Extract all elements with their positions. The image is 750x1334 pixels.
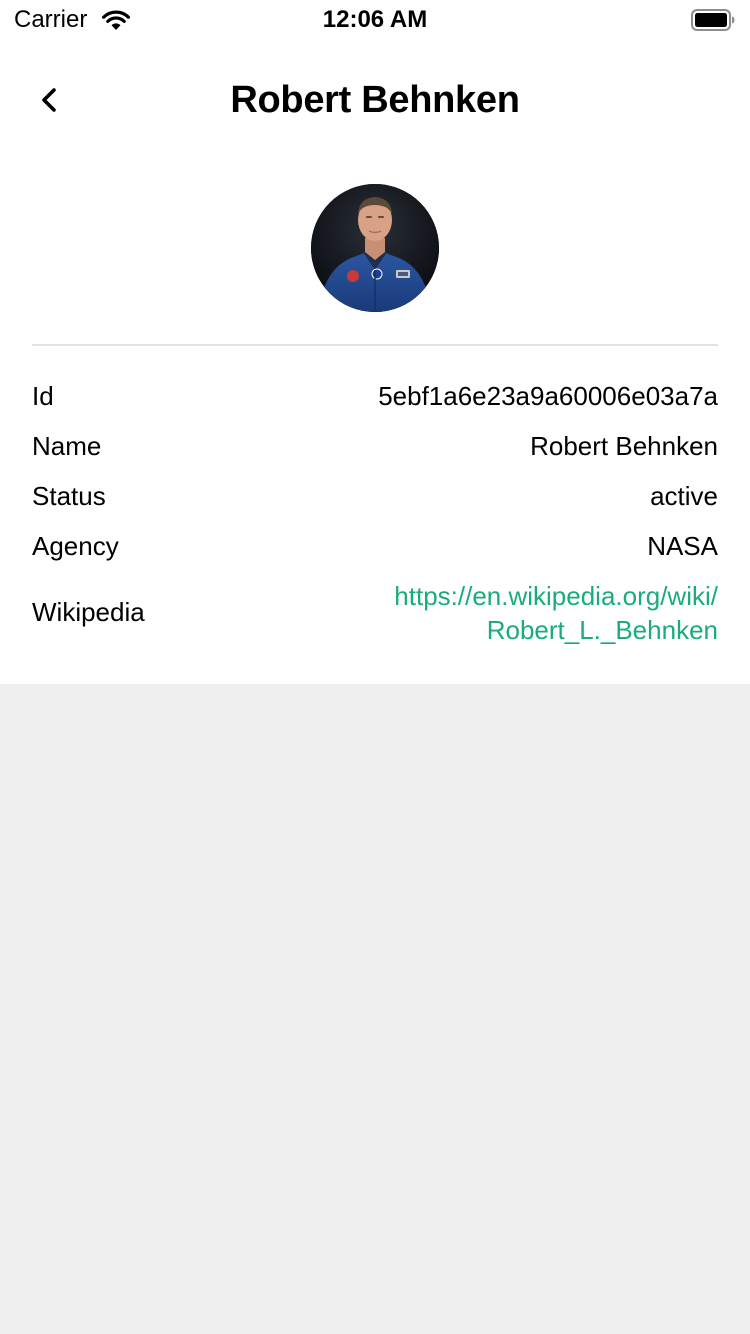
clock: 12:06 AM bbox=[322, 6, 428, 33]
battery-icon bbox=[691, 9, 735, 31]
agency-label: Agency bbox=[32, 531, 119, 561]
astronaut-photo bbox=[311, 184, 439, 312]
detail-row-agency: Agency NASA bbox=[32, 529, 718, 579]
detail-row-wikipedia: Wikipedia https://en.wikipedia.org/wiki/… bbox=[32, 579, 718, 649]
detail-row-name: Name Robert Behnken bbox=[32, 429, 718, 479]
empty-background bbox=[0, 684, 750, 1334]
navigation-bar: Robert Behnken bbox=[0, 60, 750, 140]
divider bbox=[32, 344, 718, 346]
id-value: 5ebf1a6e23a9a60006e03a7a bbox=[378, 381, 718, 411]
wikipedia-link[interactable]: https://en.wikipedia.org/wiki/ Robert_L.… bbox=[394, 579, 718, 647]
wikipedia-label: Wikipedia bbox=[32, 597, 145, 627]
status-value: active bbox=[650, 481, 718, 511]
status-label: Status bbox=[32, 481, 106, 511]
status-bar: Carrier 12:06 AM bbox=[0, 0, 750, 40]
detail-row-id: Id 5ebf1a6e23a9a60006e03a7a bbox=[32, 379, 718, 429]
page-title: Robert Behnken bbox=[230, 79, 520, 121]
name-label: Name bbox=[32, 431, 102, 461]
detail-row-status: Status active bbox=[32, 479, 718, 529]
id-label: Id bbox=[32, 381, 54, 411]
wikipedia-link-line-2: Robert_L._Behnken bbox=[486, 615, 718, 645]
detail-card: Carrier 12:06 AM Robert Behnken Id 5ebf1… bbox=[0, 0, 750, 684]
wikipedia-link-line-1: https://en.wikipedia.org/wiki/ bbox=[394, 581, 718, 611]
avatar bbox=[311, 184, 439, 312]
agency-value: NASA bbox=[647, 531, 718, 561]
name-value: Robert Behnken bbox=[530, 431, 718, 461]
